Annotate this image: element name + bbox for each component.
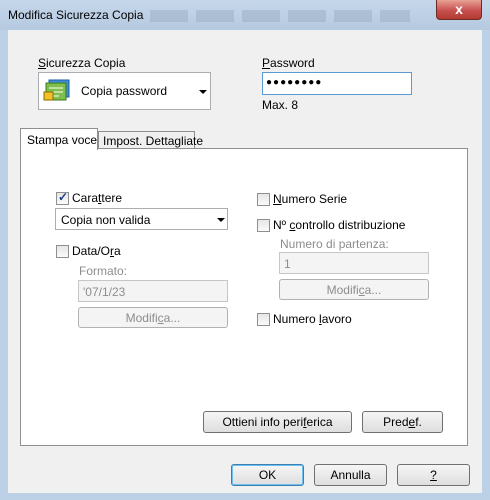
format-value: '07/1/23 [83,285,126,299]
window-frame-bottom [0,493,490,500]
ok-label: OK [258,468,277,482]
chevron-down-icon [217,218,225,222]
window-frame-left [0,30,8,500]
start-number-value: 1 [284,257,291,271]
cancel-button[interactable]: Annulla [314,464,387,486]
tab-impost-dettagliate-label: Impost. Dettagliate [103,134,204,148]
format-modify-label: Modifica... [125,311,181,325]
tab-stampa-voce-label: Stampa voce [27,133,98,147]
character-select[interactable]: Copia non valida [55,208,228,230]
tab-impost-dettagliate[interactable]: Impost. Dettagliate [98,131,203,149]
job-number-label: Numero lavoro [273,312,352,326]
default-label: Predef. [383,415,422,429]
help-label: ? [430,468,437,482]
security-copy-label: Sicurezza Copia [38,56,126,70]
start-number-label: Numero di partenza: [280,237,389,251]
chevron-down-icon [199,90,207,94]
password-value: ●●●●●●●● [266,77,323,88]
character-select-value: Copia non valida [61,213,151,227]
security-copy-select[interactable]: Copia password [38,72,211,110]
close-button[interactable]: x [436,0,482,20]
format-modify-button[interactable]: Modifica... [78,307,228,328]
date-time-checkbox[interactable] [56,245,69,258]
password-label: Password [262,56,315,70]
date-time-label: Data/Ora [72,244,121,258]
security-copy-value: Copia password [81,84,168,98]
character-label: Carattere [72,191,123,205]
window-title: Modifica Sicurezza Copia [8,8,144,22]
tab-stampa-voce[interactable]: Stampa voce [20,128,98,150]
job-number-checkbox[interactable] [257,313,270,326]
character-checkbox[interactable] [56,190,69,205]
close-icon: x [455,1,463,17]
get-device-info-button[interactable]: Ottieni info periferica [203,411,352,433]
distribution-control-checkbox[interactable] [257,219,270,232]
cancel-label: Annulla [330,468,371,482]
start-number-input[interactable]: 1 [279,252,429,274]
get-device-info-label: Ottieni info periferica [222,415,333,429]
distribution-modify-label: Modifica... [326,283,382,297]
distribution-control-label: Nº controllo distribuzione [273,218,406,232]
window-frame-right [482,30,490,500]
password-input[interactable]: ●●●●●●●● [262,72,412,95]
distribution-modify-button[interactable]: Modifica... [279,279,429,300]
serial-number-label: Numero Serie [273,192,348,206]
format-label: Formato: [79,264,128,278]
format-input[interactable]: '07/1/23 [78,280,228,302]
password-max-hint: Max. 8 [262,98,299,112]
serial-number-checkbox[interactable] [257,193,270,206]
default-button[interactable]: Predef. [362,411,443,433]
ok-button[interactable]: OK [231,464,304,486]
copy-password-icon [43,78,73,104]
help-button[interactable]: ? [397,464,470,486]
title-bar-background-glass [150,10,410,22]
